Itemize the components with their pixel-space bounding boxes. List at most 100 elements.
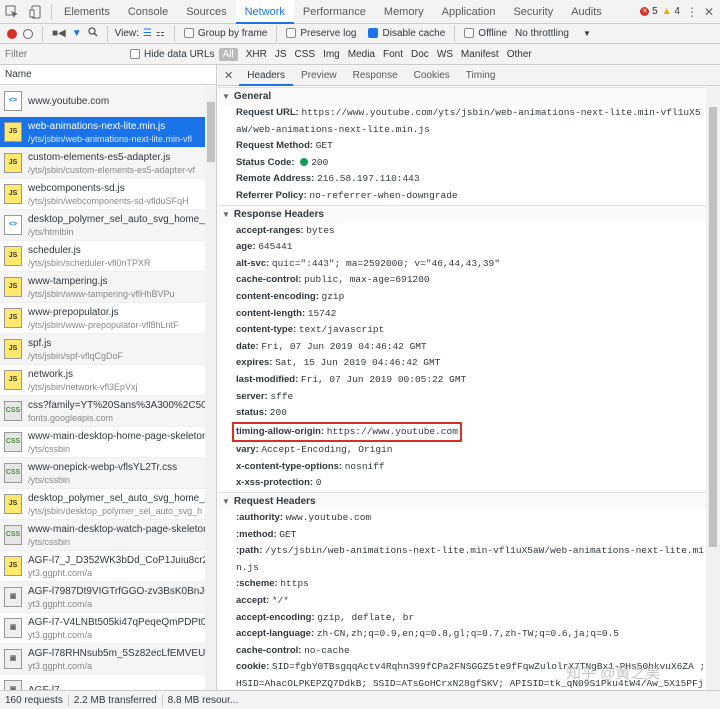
request-row[interactable]: JS www-tampering.js/yts/jsbin/www-tamperi…: [0, 272, 205, 303]
header-row: vary: Accept-Encoding, Origin: [218, 442, 706, 459]
filter-js[interactable]: JS: [271, 49, 291, 60]
filter-input[interactable]: [0, 46, 130, 62]
error-badge[interactable]: ✕ 5: [640, 6, 658, 17]
record-icon[interactable]: [7, 28, 17, 39]
large-rows-icon[interactable]: ☰: [143, 28, 152, 39]
header-row: expires: Sat, 15 Jun 2019 04:46:42 GMT: [218, 355, 706, 372]
header-key: cookie:: [236, 661, 270, 673]
tab-security[interactable]: Security: [504, 0, 562, 24]
filter-font[interactable]: Font: [379, 49, 407, 60]
request-name: webcomponents-sd.js: [28, 182, 125, 194]
img-file-icon: ▣: [4, 618, 22, 638]
clear-icon[interactable]: [23, 28, 33, 39]
js-file-icon: JS: [4, 494, 22, 514]
request-row[interactable]: JS scheduler.js/yts/jsbin/scheduler-vfl0n…: [0, 241, 205, 272]
disable-cache-checkbox[interactable]: Disable cache: [368, 28, 445, 39]
filter-manifest[interactable]: Manifest: [457, 49, 503, 60]
request-name: scheduler.js: [28, 244, 81, 256]
tab-timing[interactable]: Timing: [458, 65, 504, 86]
header-value: 200: [269, 407, 287, 419]
request-row[interactable]: CSS www-onepick-webp-vflsYL2Tr.css/yts/cs…: [0, 458, 205, 489]
throttling-select[interactable]: No throttling ▼: [515, 28, 591, 39]
group-by-frame-checkbox[interactable]: Group by frame: [183, 28, 267, 39]
tab-console[interactable]: Console: [119, 0, 177, 24]
device-toolbar-icon[interactable]: [29, 5, 43, 19]
close-details-icon[interactable]: ✕: [218, 69, 239, 82]
header-value: */*: [271, 595, 290, 607]
filter-xhr[interactable]: XHR: [242, 49, 271, 60]
request-row[interactable]: CSS css?family=YT%20Sans%3A300%2C500%2Cfo…: [0, 396, 205, 427]
header-value: Fri, 07 Jun 2019 04:46:42 GMT: [261, 340, 427, 352]
request-name: spf.js: [28, 337, 52, 349]
tab-network[interactable]: Network: [235, 0, 294, 24]
request-count: 160 requests: [0, 694, 69, 706]
tab-preview[interactable]: Preview: [293, 65, 345, 86]
filter-doc[interactable]: Doc: [407, 49, 433, 60]
tab-audits[interactable]: Audits: [562, 0, 611, 24]
tab-performance[interactable]: Performance: [294, 0, 375, 24]
request-row[interactable]: JS webcomponents-sd.js/yts/jsbin/webcompo…: [0, 179, 205, 210]
tab-elements[interactable]: Elements: [55, 0, 119, 24]
filter-icon[interactable]: ▼: [72, 28, 82, 39]
response-headers-section-header[interactable]: ▼ Response Headers: [218, 204, 706, 223]
search-icon[interactable]: [87, 27, 98, 40]
filter-other[interactable]: Other: [503, 49, 536, 60]
filter-css[interactable]: CSS: [291, 49, 320, 60]
request-row[interactable]: JS web-animations-next-lite.min.js/yts/js…: [0, 117, 205, 148]
header-key: accept-language:: [236, 628, 315, 640]
request-row[interactable]: CSS www-main-desktop-watch-page-skeleton-…: [0, 520, 205, 551]
tab-cookies[interactable]: Cookies: [406, 65, 458, 86]
request-row[interactable]: JS www-prepopulator.js/yts/jsbin/www-prep…: [0, 303, 205, 334]
filter-img[interactable]: Img: [319, 49, 344, 60]
request-headers-section-header[interactable]: ▼ Request Headers: [218, 492, 706, 511]
request-row[interactable]: ▣ AGF-l7987Dt9VIGTrfGGO-zv3BsK0BnJca7M...…: [0, 582, 205, 613]
request-row[interactable]: CSS www-main-desktop-home-page-skeleton-.…: [0, 427, 205, 458]
header-value: https://www.youtube.com/yts/jsbin/web-an…: [236, 107, 701, 135]
request-row[interactable]: JS custom-elements-es5-adapter.js/yts/jsb…: [0, 148, 205, 179]
header-row: accept-language: zh-CN,zh;q=0.9,en;q=0.8…: [218, 626, 706, 643]
request-row[interactable]: JS desktop_polymer_sel_auto_svg_home_v2.j…: [0, 489, 205, 520]
request-row[interactable]: JS network.js/yts/jsbin/network-vfl3EpVxj: [0, 365, 205, 396]
request-row[interactable]: JS spf.js/yts/jsbin/spf-vflqCgDoF: [0, 334, 205, 365]
close-icon[interactable]: ✕: [704, 5, 714, 19]
request-list-scrollbar[interactable]: [205, 86, 216, 690]
request-row[interactable]: ▣ AGF-l7...: [0, 675, 205, 690]
more-menu-icon[interactable]: ⋮: [686, 5, 698, 19]
preserve-log-checkbox[interactable]: Preserve log: [286, 28, 356, 39]
name-column-header[interactable]: Name: [0, 65, 216, 85]
filter-media[interactable]: Media: [344, 49, 379, 60]
section-title: Request Headers: [233, 496, 316, 508]
header-row: server: sffe: [218, 389, 706, 406]
header-key: accept-ranges:: [236, 224, 304, 236]
tab-response[interactable]: Response: [345, 65, 406, 86]
warning-badge[interactable]: ▲ 4: [662, 6, 680, 17]
request-row[interactable]: JS AGF-l7_J_D352WK3bDd_CoP1Juiu8cr2kB3z..…: [0, 551, 205, 582]
section-title: Response Headers: [233, 208, 324, 220]
offline-checkbox[interactable]: Offline: [464, 28, 507, 39]
collapse-triangle-icon[interactable]: ▼: [222, 497, 230, 506]
general-section-header[interactable]: ▼ General: [218, 87, 706, 105]
request-row[interactable]: ▣ AGF-l78RHNsub5m_5Sz82ecLfEMVEU_ngA7...y…: [0, 644, 205, 675]
collapse-triangle-icon[interactable]: ▼: [222, 92, 230, 101]
request-path: yt3.ggpht.com/a: [28, 598, 93, 609]
overview-icon[interactable]: ⚏: [156, 28, 165, 39]
collapse-triangle-icon[interactable]: ▼: [222, 210, 230, 219]
request-row[interactable]: <> www.youtube.com: [0, 86, 205, 117]
details-scrollbar[interactable]: [706, 87, 720, 690]
html-file-icon: <>: [4, 215, 22, 235]
header-row: :scheme: https: [218, 576, 706, 593]
warning-icon: ▲: [661, 6, 672, 17]
hide-data-urls-checkbox[interactable]: Hide data URLs: [130, 49, 215, 60]
filter-ws[interactable]: WS: [433, 49, 457, 60]
capture-screenshots-icon[interactable]: ■◀: [52, 28, 66, 39]
tab-application[interactable]: Application: [433, 0, 505, 24]
request-row[interactable]: ▣ AGF-l7-V4LNBt505ki47qPeqeQmPDPt0g-B...y…: [0, 613, 205, 644]
filter-all[interactable]: All: [218, 47, 238, 61]
header-row: cache-control: public, max-age=691200: [218, 272, 706, 289]
tab-headers[interactable]: Headers: [239, 65, 294, 86]
header-key: cache-control:: [236, 644, 302, 656]
tab-memory[interactable]: Memory: [375, 0, 433, 24]
tab-sources[interactable]: Sources: [177, 0, 235, 24]
inspect-element-icon[interactable]: [5, 5, 19, 19]
request-row[interactable]: <> desktop_polymer_sel_auto_svg_home_v2-v…: [0, 210, 205, 241]
